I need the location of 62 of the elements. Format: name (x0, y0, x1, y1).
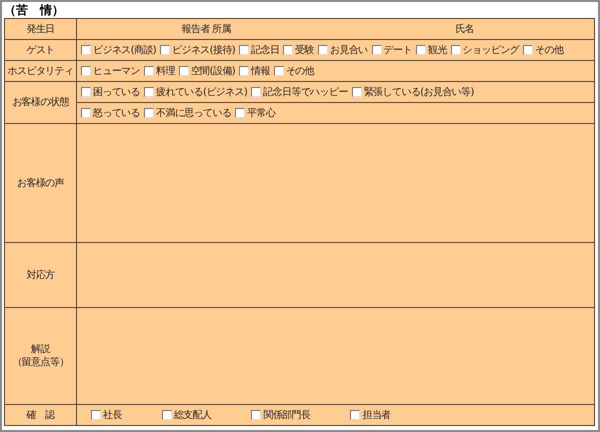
row-label: 発生日 (26, 22, 55, 36)
row-sublabel: （留意点等） (12, 356, 69, 369)
option-label: その他 (286, 65, 314, 78)
option-label: 観光 (428, 44, 447, 57)
option-label: 不満に思っている (156, 106, 232, 120)
option-label: お見合い (330, 44, 368, 57)
option-label: 社長 (103, 408, 122, 422)
row-label: ゲスト (26, 44, 55, 56)
checkbox[interactable] (81, 108, 91, 118)
name-label: 氏名 (454, 22, 476, 36)
checkbox[interactable] (81, 87, 91, 97)
checkbox[interactable] (251, 410, 262, 420)
option-label: 平常心 (247, 106, 276, 120)
checkbox[interactable] (352, 87, 362, 97)
option-label: 担当者 (362, 408, 391, 422)
option-label: 関係部門長 (263, 408, 310, 422)
option-label: その他 (535, 44, 564, 57)
row-label: 確 認 (26, 408, 55, 422)
option-label: ショッピング (462, 44, 520, 57)
checkbox[interactable] (235, 108, 246, 118)
option-label: 総支配人 (174, 408, 212, 422)
row-label: お客様の声 (16, 176, 64, 190)
option-label: 空間(設備) (190, 64, 236, 78)
checkbox[interactable] (91, 410, 101, 420)
checkbox[interactable] (144, 87, 154, 97)
reporter-label: 報告者 所属 (180, 22, 232, 36)
checkbox[interactable] (372, 45, 382, 55)
form-title: （苦 情） (4, 3, 64, 18)
checkbox[interactable] (162, 410, 172, 420)
checkbox[interactable] (239, 66, 250, 76)
option-label: 情報 (251, 64, 270, 78)
checkbox[interactable] (239, 45, 250, 55)
option-label: 緊張している(お見合い等) (364, 86, 474, 99)
checkbox[interactable] (318, 45, 328, 55)
checkbox[interactable] (274, 66, 284, 76)
option-label: 困っている (93, 86, 140, 99)
option-label: 記念日 (251, 44, 280, 57)
checkbox[interactable] (523, 45, 534, 55)
checkbox[interactable] (350, 410, 360, 420)
checkbox[interactable] (81, 45, 91, 55)
checkbox[interactable] (81, 66, 91, 76)
option-label: ビジネス(接待) (172, 44, 236, 57)
checkbox[interactable] (416, 45, 426, 55)
checkbox[interactable] (160, 45, 170, 55)
option-label: ヒューマン (93, 65, 140, 78)
checkbox[interactable] (144, 108, 154, 118)
option-label: 受験 (295, 44, 314, 57)
checkbox[interactable] (144, 66, 154, 76)
row-label: 解説 (31, 343, 50, 356)
row-label: 対応方 (26, 268, 55, 282)
row-label: お客様の状態 (12, 96, 69, 109)
checkbox[interactable] (178, 66, 189, 76)
option-label: 記念日等でハッピー (263, 86, 348, 99)
option-label: デート (384, 44, 412, 57)
option-label: 料理 (156, 64, 175, 78)
checkbox[interactable] (450, 45, 461, 55)
checkbox[interactable] (283, 45, 294, 55)
option-label: 疲れている(ビジネス) (156, 86, 248, 99)
row-label: ホスピタリティ (8, 64, 74, 78)
option-label: 怒っている (93, 107, 140, 120)
option-label: ビジネス(商談) (93, 44, 156, 57)
checkbox[interactable] (251, 87, 262, 97)
